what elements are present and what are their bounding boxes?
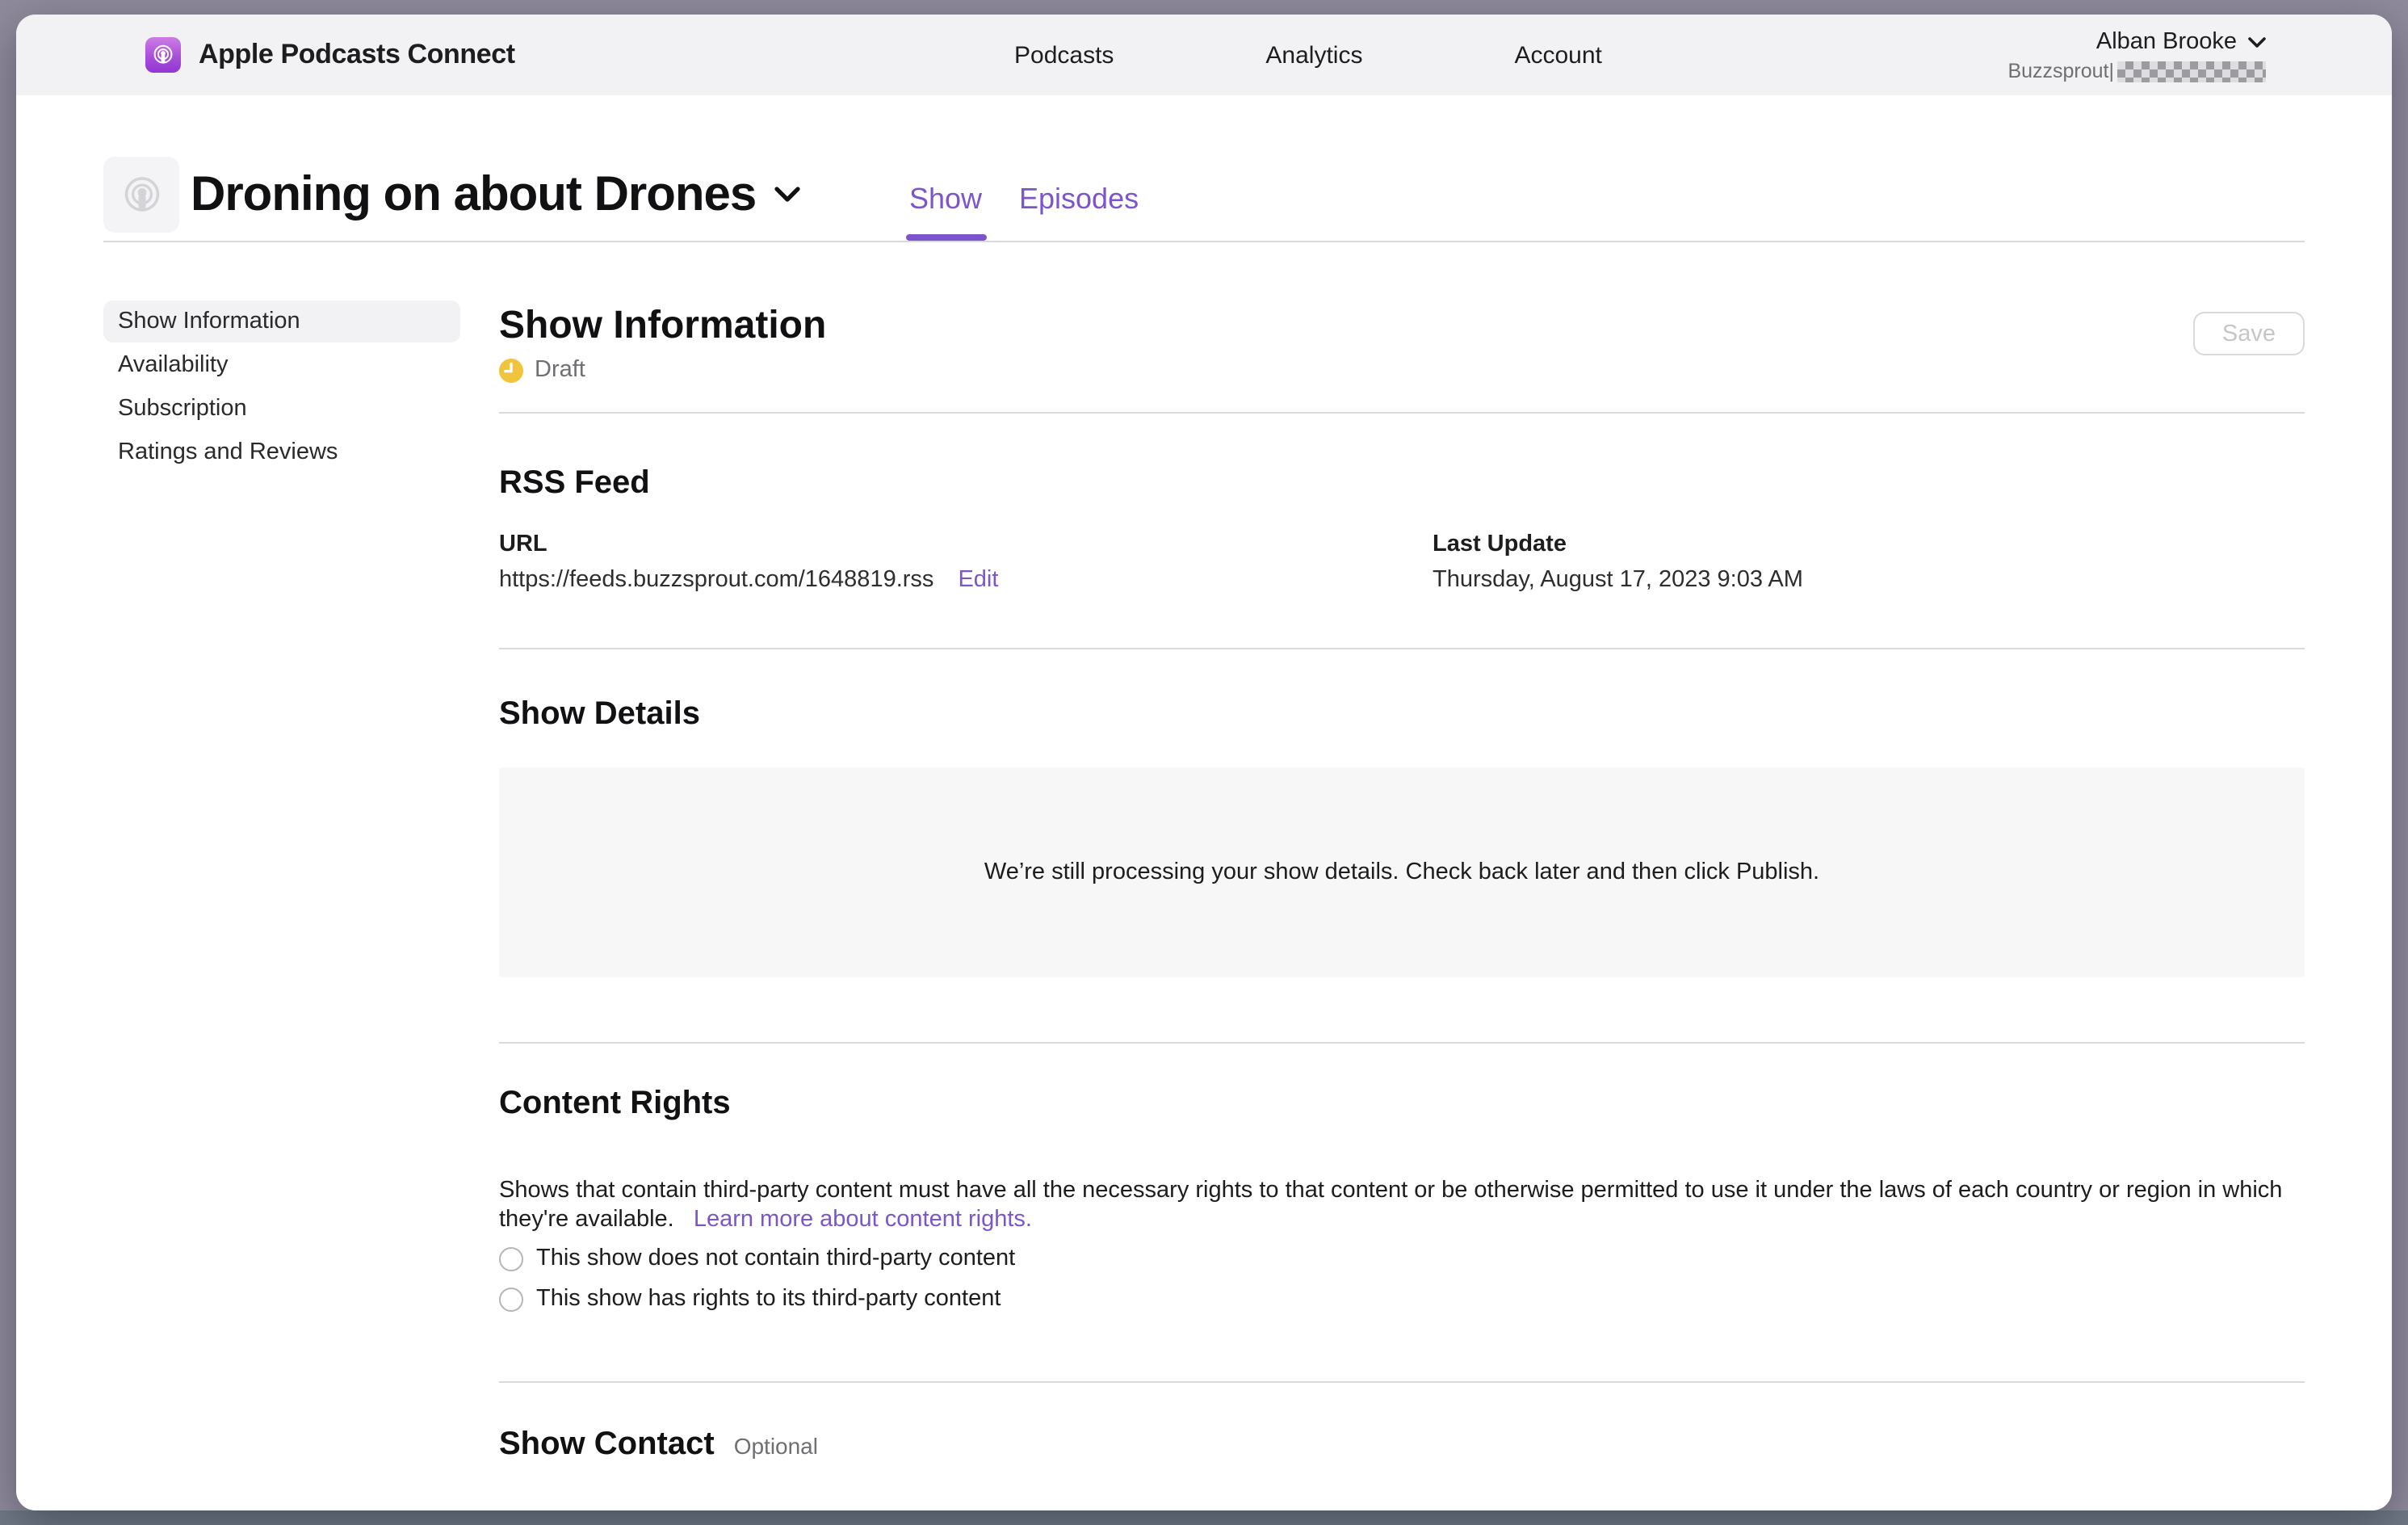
show-contact-heading: Show Contact bbox=[499, 1426, 715, 1464]
show-artwork-placeholder bbox=[103, 157, 179, 233]
radio-option-no-third-party[interactable]: This show does not contain third-party c… bbox=[499, 1246, 1015, 1271]
show-details-heading: Show Details bbox=[499, 696, 700, 733]
sidebar-item-subscription[interactable]: Subscription bbox=[103, 388, 460, 430]
status-badge: Draft bbox=[499, 357, 585, 383]
save-button[interactable]: Save bbox=[2193, 312, 2305, 355]
processing-message: We’re still processing your show details… bbox=[984, 859, 1819, 885]
content-rights-heading: Content Rights bbox=[499, 1086, 731, 1123]
page-title: Show Information bbox=[499, 304, 826, 349]
last-update-label: Last Update bbox=[1433, 531, 1567, 557]
content-rights-learn-more-link[interactable]: Learn more about content rights. bbox=[694, 1207, 1032, 1233]
status-label: Draft bbox=[535, 357, 585, 383]
screenshot-stage: Apple Podcasts Connect Podcasts Analytic… bbox=[0, 0, 2408, 1525]
section-divider bbox=[499, 1381, 2305, 1383]
app-window: Apple Podcasts Connect Podcasts Analytic… bbox=[16, 15, 2392, 1510]
radio-label: This show does not contain third-party c… bbox=[536, 1246, 1015, 1271]
rss-url: https://feeds.buzzsprout.com/1648819.rss bbox=[499, 567, 933, 593]
url-label: URL bbox=[499, 531, 547, 557]
show-contact-heading-row: Show Contact Optional bbox=[499, 1426, 818, 1464]
settings-sidebar: Show Information Availability Subscripti… bbox=[103, 300, 460, 475]
section-divider bbox=[499, 412, 2305, 414]
sidebar-item-ratings-and-reviews[interactable]: Ratings and Reviews bbox=[103, 431, 460, 473]
last-update-value: Thursday, August 17, 2023 9:03 AM bbox=[1433, 567, 1803, 593]
section-divider bbox=[499, 1042, 2305, 1044]
draft-clock-icon bbox=[499, 358, 523, 382]
podcast-placeholder-icon bbox=[117, 170, 166, 219]
content-rights-description: Shows that contain third-party content m… bbox=[499, 1175, 2305, 1235]
section-divider bbox=[499, 648, 2305, 649]
radio-label: This show has rights to its third-party … bbox=[536, 1286, 1001, 1312]
desktop-bottom-strip bbox=[0, 1510, 2408, 1525]
app-brand[interactable]: Apple Podcasts Connect bbox=[145, 15, 515, 95]
radio-option-has-rights[interactable]: This show has rights to its third-party … bbox=[499, 1286, 1001, 1312]
radio-button-icon[interactable] bbox=[499, 1246, 523, 1271]
rss-url-row: https://feeds.buzzsprout.com/1648819.rss… bbox=[499, 567, 998, 593]
processing-notice-box: We’re still processing your show details… bbox=[499, 767, 2305, 977]
rss-feed-heading: RSS Feed bbox=[499, 465, 650, 502]
sidebar-item-availability[interactable]: Availability bbox=[103, 344, 460, 386]
optional-label: Optional bbox=[734, 1433, 818, 1459]
sidebar-item-show-information[interactable]: Show Information bbox=[103, 300, 460, 342]
apple-podcasts-app-icon bbox=[145, 37, 181, 73]
app-title: Apple Podcasts Connect bbox=[199, 39, 515, 71]
radio-button-icon[interactable] bbox=[499, 1287, 523, 1311]
main-content: Show Information Save Draft RSS Feed URL… bbox=[499, 15, 2305, 1510]
edit-rss-link[interactable]: Edit bbox=[958, 567, 998, 593]
